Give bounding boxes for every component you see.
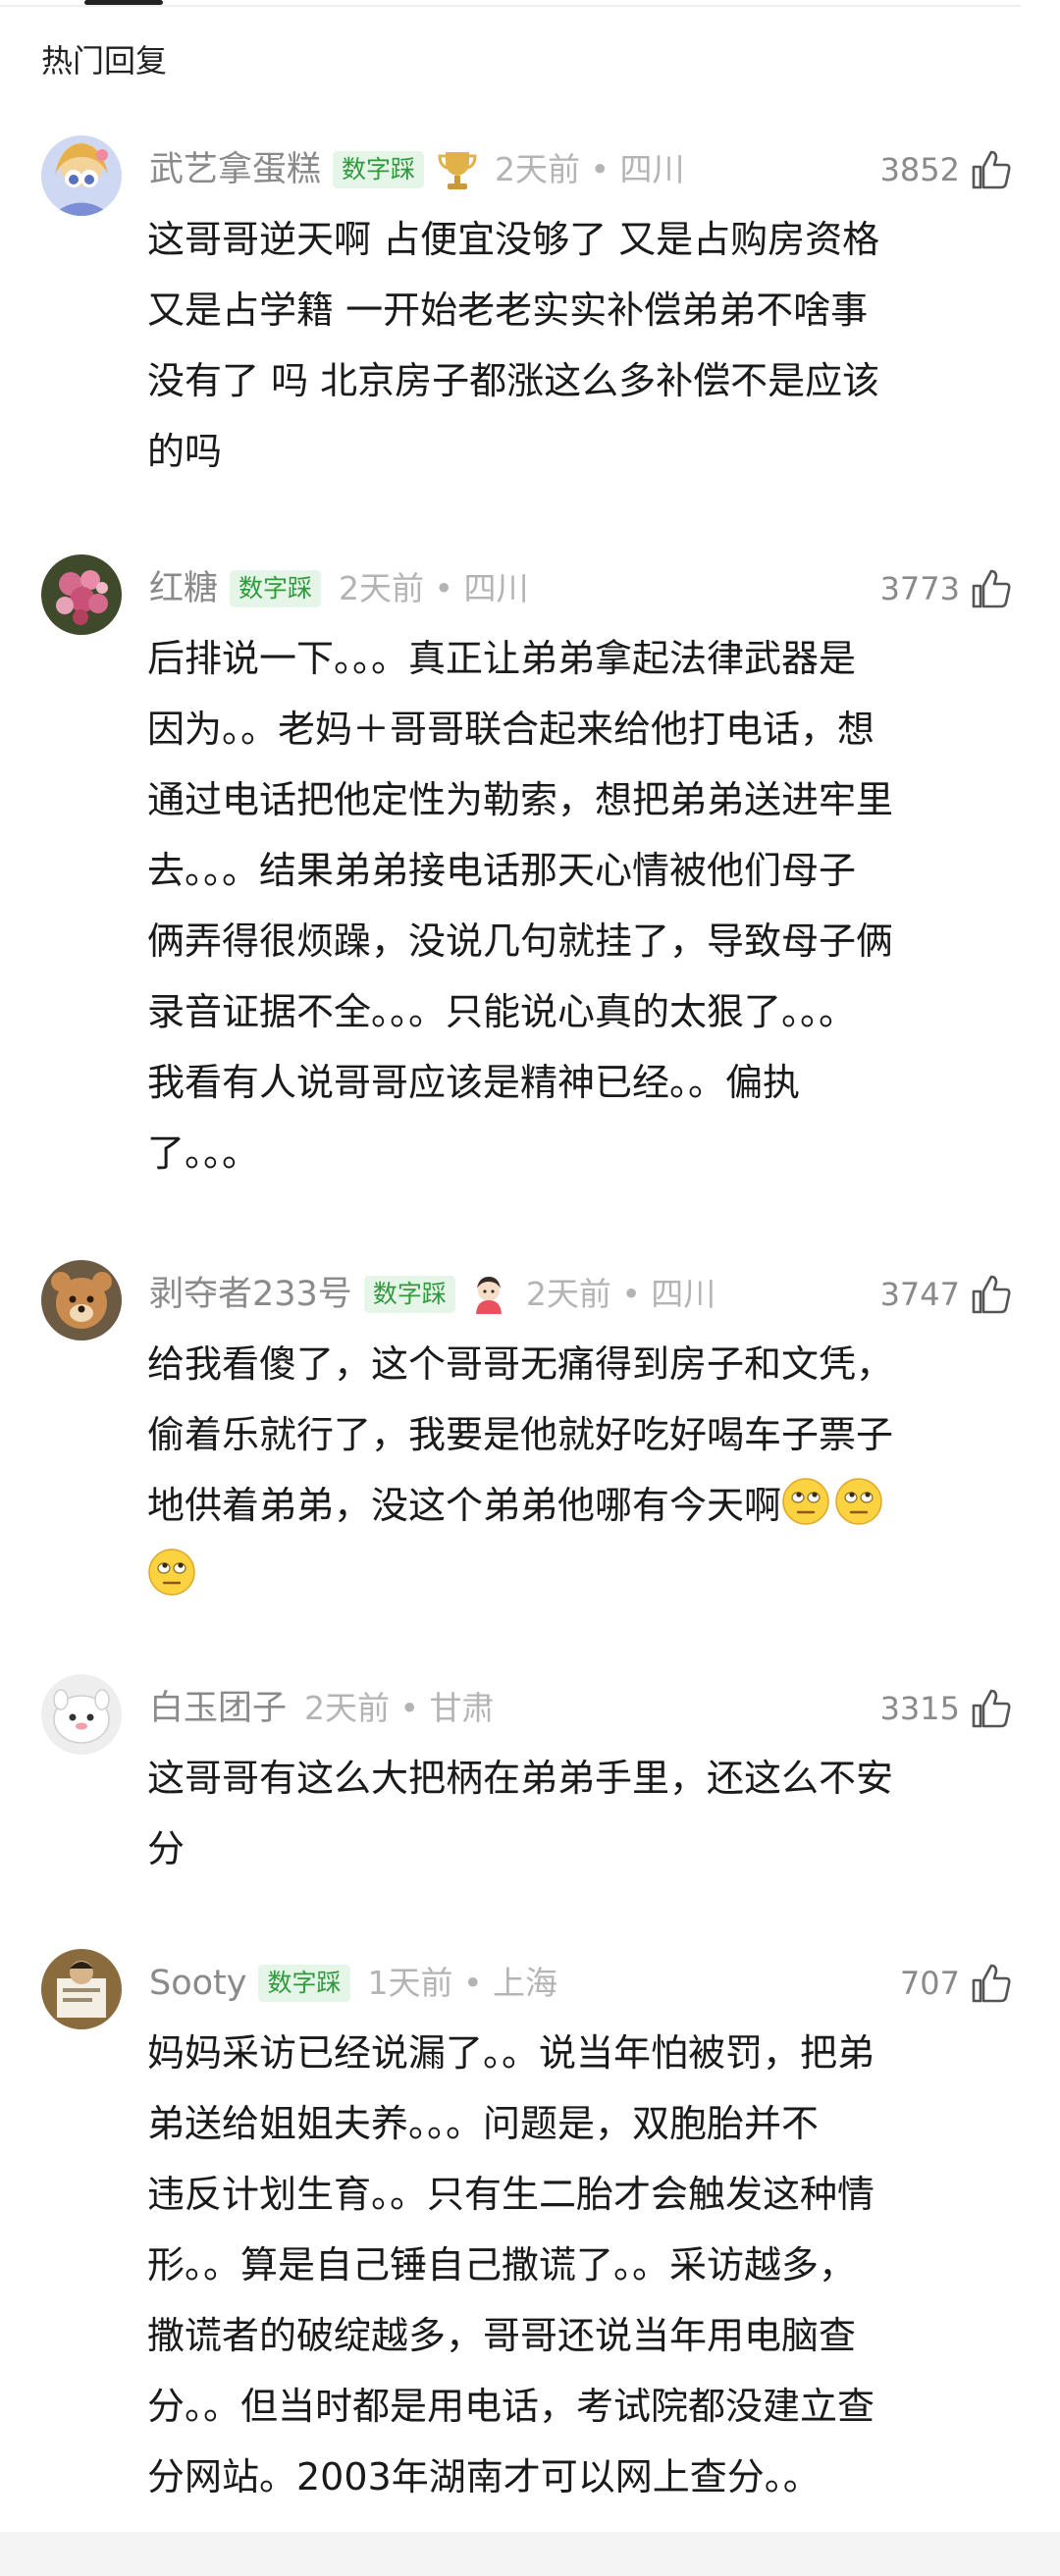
comment-line: 通过电话把他定性为勒索，想把弟弟送进牢里 <box>147 778 894 821</box>
comment-text: 这哥哥逆天啊 占便宜没够了 又是占购房资格 又是占学籍 一开始老老实实补偿弟弟不… <box>147 106 1021 487</box>
comment-line: 分 <box>147 1827 186 1870</box>
comment-line: 违反计划生育。。只有生二胎才会触发这种情 <box>147 2173 875 2216</box>
hot-replies-title: 热门回复 <box>41 42 168 79</box>
comment-line: 我看有人说哥哥应该是精神已经。。偏执 <box>147 1061 801 1104</box>
eye-roll-emoji <box>782 1478 829 1525</box>
avatar[interactable] <box>41 1674 122 1755</box>
comment-line: 后排说一下。。。真正让弟弟拿起法律武器是 <box>147 637 857 680</box>
comment-text: 后排说一下。。。真正让弟弟拿起法律武器是 因为。。老妈＋哥哥联合起来给他打电话，… <box>147 525 1021 1188</box>
comment-line: 因为。。老妈＋哥哥联合起来给他打电话，想 <box>147 708 875 751</box>
avatar[interactable] <box>41 554 122 635</box>
comment-text: 这哥哥有这么大把柄在弟弟手里，还这么不安 分 <box>147 1645 1021 1884</box>
comment-text: 给我看傻了，这个哥哥无痛得到房子和文凭， 偷着乐就行了，我要是他就好吃好喝车子票… <box>147 1231 1021 1611</box>
eye-roll-emoji <box>835 1478 882 1525</box>
comment-line: 俩弄得很烦躁，没说几句就挂了，导致母子俩 <box>147 920 894 963</box>
comment-line: 偷着乐就行了，我要是他就好吃好喝车子票子 <box>147 1413 894 1456</box>
comment-line: 了。。。 <box>147 1131 260 1175</box>
comment-line: 又是占学籍 一开始老老实实补偿弟弟不啥事 <box>147 289 869 332</box>
comment-line: 撒谎者的破绽越多，哥哥还说当年用电脑查 <box>147 2314 857 2357</box>
comment-line: 妈妈采访已经说漏了。。说当年怕被罚，把弟 <box>147 2031 875 2075</box>
bottom-bar <box>0 2532 1060 2576</box>
comment-line: 给我看傻了，这个哥哥无痛得到房子和文凭， <box>147 1342 894 1386</box>
comment-line: 分。。但当时都是用电话，考试院都没建立查 <box>147 2385 875 2428</box>
avatar[interactable] <box>41 1949 122 2029</box>
comment-line: 分网站。2003年湖南才可以网上查分。。 <box>147 2455 821 2498</box>
comment-line: 形。。算是自己锤自己撒谎了。。采访越多， <box>147 2243 857 2287</box>
comment-line: 地供着弟弟，没这个弟弟他哪有今天啊 <box>147 1470 1021 1541</box>
comment-text: 妈妈采访已经说漏了。。说当年怕被罚，把弟 弟送给姐姐夫养。。。问题是，双胞胎并不… <box>147 1919 1021 2512</box>
avatar[interactable] <box>41 135 122 216</box>
comment-line: 这哥哥有这么大把柄在弟弟手里，还这么不安 <box>147 1757 894 1800</box>
eye-roll-emoji <box>148 1549 195 1596</box>
comment-line: 去。。。结果弟弟接电话那天心情被他们母子 <box>147 849 857 892</box>
top-divider <box>0 5 1021 7</box>
comment-line: 录音证据不全。。。只能说心真的太狠了。。。 <box>147 990 857 1033</box>
comment-line: 没有了 吗 北京房子都涨这么多补偿不是应该 <box>147 359 880 402</box>
top-strip <box>0 0 1060 8</box>
comment-line <box>147 1541 1021 1611</box>
comment-line: 弟送给姐姐夫养。。。问题是，双胞胎并不 <box>147 2102 820 2145</box>
comment-line: 的吗 <box>147 430 223 473</box>
avatar[interactable] <box>41 1260 122 1341</box>
comment-line: 这哥哥逆天啊 占便宜没够了 又是占购房资格 <box>147 218 880 261</box>
